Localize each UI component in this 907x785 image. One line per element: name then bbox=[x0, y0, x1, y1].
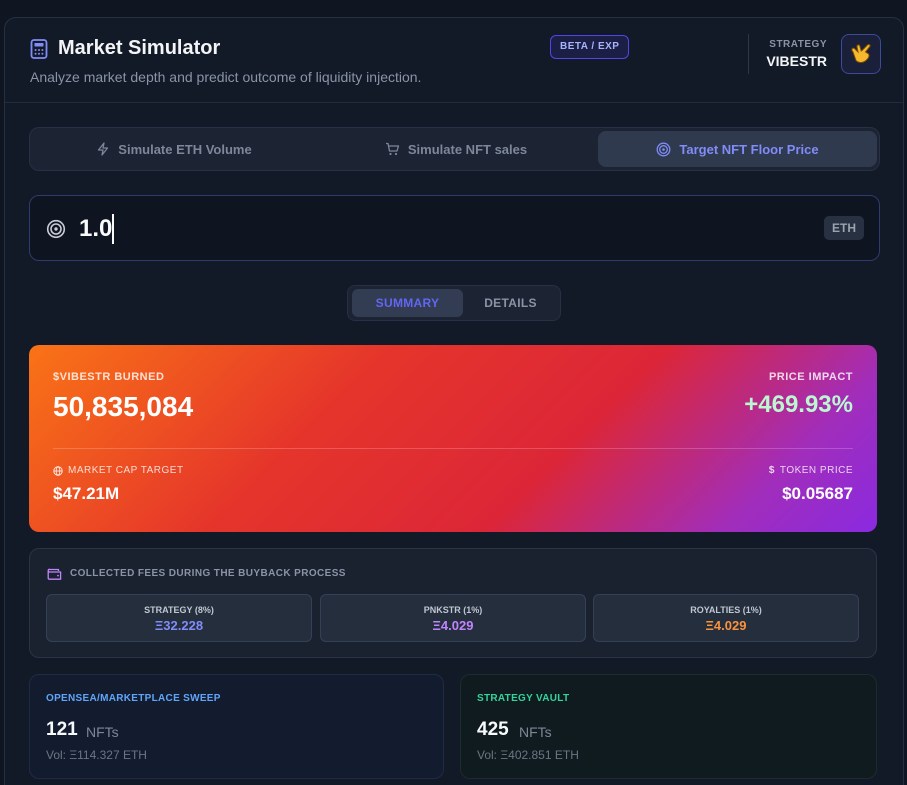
mcap-value: $47.21M bbox=[53, 484, 120, 503]
fee-value: Ξ4.029 bbox=[432, 618, 474, 633]
sweep-count: 121 bbox=[46, 719, 78, 740]
sweep-unit: NFTs bbox=[86, 724, 119, 740]
vault-unit: NFTs bbox=[519, 724, 552, 740]
token-label: TOKEN PRICE bbox=[779, 465, 853, 476]
fee-card-royalties: ROYALTIES (1%) Ξ4.029 bbox=[593, 594, 859, 642]
marketplace-sweep-card: OPENSEA/MARKETPLACE SWEEP 121 NFTs Vol: … bbox=[29, 674, 444, 779]
token-label-row: $ TOKEN PRICE bbox=[769, 465, 853, 476]
burned-value: 50,835,084 bbox=[53, 391, 194, 422]
header-divider bbox=[748, 34, 749, 74]
fees-panel: COLLECTED FEES DURING THE BUYBACK PROCES… bbox=[29, 548, 877, 658]
sweep-volume: Vol: Ξ114.327 ETH bbox=[46, 748, 147, 762]
vault-label: STRATEGY VAULT bbox=[477, 693, 570, 704]
results-card: $VIBESTR BURNED 50,835,084 PRICE IMPACT … bbox=[29, 345, 877, 532]
fee-name: STRATEGY (8%) bbox=[144, 605, 214, 615]
sweep-label: OPENSEA/MARKETPLACE SWEEP bbox=[46, 693, 221, 704]
globe-icon bbox=[53, 465, 63, 476]
strategy-label: STRATEGY bbox=[769, 39, 827, 50]
page-title: Market Simulator bbox=[58, 37, 221, 59]
hand-shaka-icon bbox=[851, 43, 871, 63]
mcap-label: MARKET CAP TARGET bbox=[68, 465, 184, 476]
target-price-input[interactable]: 1.0 ETH bbox=[29, 195, 880, 261]
beta-badge: BETA / EXP bbox=[550, 35, 630, 59]
fees-title-row: COLLECTED FEES DURING THE BUYBACK PROCES… bbox=[47, 567, 346, 580]
burned-label: $VIBESTR BURNED bbox=[53, 371, 165, 383]
view-toggle: SUMMARY DETAILS bbox=[347, 285, 561, 321]
lightning-icon bbox=[98, 142, 109, 156]
strategy-vault-card: STRATEGY VAULT 425 NFTs Vol: Ξ402.851 ET… bbox=[460, 674, 877, 779]
fee-name: ROYALTIES (1%) bbox=[690, 605, 762, 615]
target-icon bbox=[656, 142, 671, 156]
impact-value: +469.93% bbox=[744, 391, 853, 418]
dollar-icon: $ bbox=[768, 465, 775, 476]
wallet-icon bbox=[47, 568, 62, 580]
mcap-label-row: MARKET CAP TARGET bbox=[53, 465, 184, 476]
unit-badge: ETH bbox=[824, 216, 864, 240]
text-caret bbox=[112, 214, 114, 244]
fee-name: PNKSTR (1%) bbox=[423, 605, 483, 615]
summary-tab[interactable]: SUMMARY bbox=[352, 289, 463, 317]
fee-card-strategy: STRATEGY (8%) Ξ32.228 bbox=[46, 594, 312, 642]
cart-icon bbox=[385, 142, 400, 156]
vault-count: 425 bbox=[477, 719, 509, 740]
tab-label: Target NFT Floor Price bbox=[679, 141, 819, 157]
divider bbox=[53, 448, 853, 449]
input-value[interactable]: 1.0 bbox=[79, 215, 112, 243]
tab-label: Simulate NFT sales bbox=[407, 141, 528, 157]
vault-volume: Vol: Ξ402.851 ETH bbox=[477, 748, 579, 762]
header: Market Simulator Analyze market depth an… bbox=[5, 18, 903, 103]
mode-tabs: Simulate ETH Volume Simulate NFT sales T… bbox=[29, 127, 880, 171]
tab-simulate-nft-sales[interactable]: Simulate NFT sales bbox=[314, 131, 598, 167]
calculator-icon bbox=[30, 39, 48, 59]
page-subtitle: Analyze market depth and predict outcome… bbox=[30, 69, 422, 85]
target-icon bbox=[46, 219, 66, 239]
strategy-name: VIBESTR bbox=[766, 53, 827, 69]
tab-label: Simulate ETH Volume bbox=[118, 141, 252, 157]
details-tab[interactable]: DETAILS bbox=[463, 289, 558, 317]
fee-value: Ξ32.228 bbox=[154, 618, 204, 633]
fee-card-pnkstr: PNKSTR (1%) Ξ4.029 bbox=[320, 594, 586, 642]
impact-label: PRICE IMPACT bbox=[768, 371, 853, 383]
tab-target-nft-floor-price[interactable]: Target NFT Floor Price bbox=[598, 131, 877, 167]
token-value: $0.05687 bbox=[782, 484, 853, 503]
strategy-avatar[interactable] bbox=[841, 34, 881, 74]
tab-simulate-eth-volume[interactable]: Simulate ETH Volume bbox=[34, 131, 314, 167]
fee-value: Ξ4.029 bbox=[705, 618, 747, 633]
fees-title: COLLECTED FEES DURING THE BUYBACK PROCES… bbox=[70, 568, 346, 579]
